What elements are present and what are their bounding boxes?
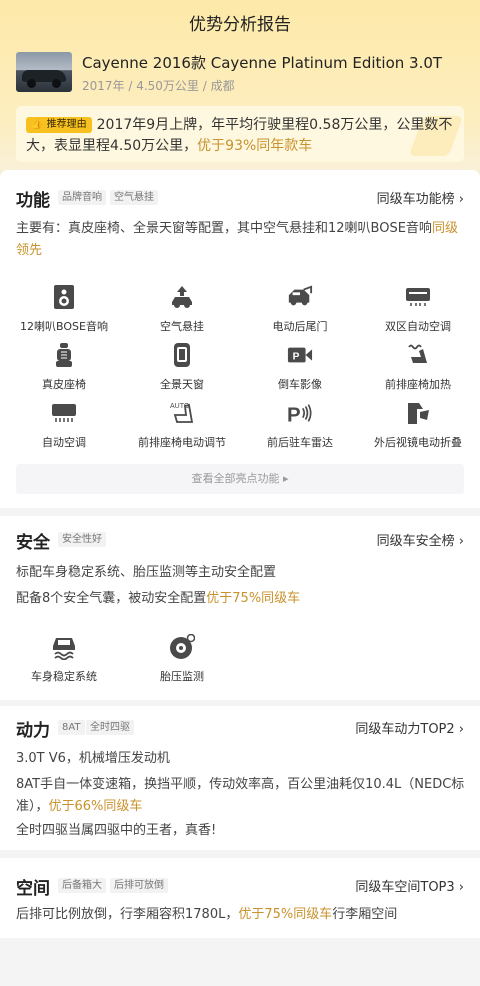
feature-item[interactable]: AUTO 前排座椅电动调节 [122,400,242,458]
space-card: 空间 后备箱大 后排可放倒 同级车空间TOP3 › 后排可比例放倒，行李厢容积1… [0,858,480,938]
feature-item[interactable]: P 前后驻车雷达 [240,400,360,458]
feature-item[interactable]: 自动空调 [4,400,124,458]
safety-line-1: 标配车身稳定系统、胎压监测等主动安全配置 [16,565,277,580]
car-meta: 2017年 / 4.50万公里 / 成都 [82,79,235,93]
stability-control-icon [51,634,77,660]
space-title: 空间 [16,879,50,899]
leather-seat-icon [51,342,77,368]
mirror-fold-icon [405,400,431,426]
power-seat-icon: AUTO [169,400,195,426]
safety-rank-link[interactable]: 同级车安全榜 › [377,530,464,549]
safety-line-2: 配备8个安全气囊，被动安全配置优于75%同级车 [16,591,301,606]
power-line-2: 8AT手自一体变速箱，换挡平顺，传动效率高，百公里油耗仅10.4L（NEDC标准… [16,777,465,814]
svg-text:AUTO: AUTO [170,403,190,410]
air-suspension-icon [169,284,195,310]
recommend-highlight: 优于93%同年款车 [197,138,313,154]
seat-heating-icon [405,342,431,368]
feature-item[interactable]: 车身稳定系统 [4,634,124,692]
space-rank-link[interactable]: 同级车空间TOP3 › [355,876,464,895]
function-description: 主要有：真皮座椅、全景天窗等配置，其中空气悬挂和12喇叭BOSE音响同级领先 [16,221,458,258]
view-all-features-button[interactable]: 查看全部亮点功能 ▸ [16,464,464,494]
tire-pressure-icon [169,634,195,660]
speaker-icon [51,284,77,310]
recommend-reason-box: 👍 推荐理由 2017年9月上牌，年平均行驶里程0.58万公里，公里数不大，表显里… [16,106,464,162]
power-line-1: 3.0T V6，机械增压发动机 [16,751,170,766]
sunroof-icon [169,342,195,368]
feature-item[interactable]: 电动后尾门 [240,284,360,342]
power-chip: 全时四驱 [86,720,134,735]
car-summary: Cayenne 2016款 Cayenne Platinum Edition 3… [16,52,466,94]
car-name: Cayenne 2016款 Cayenne Platinum Edition 3… [82,54,443,72]
safety-title: 安全 [16,533,50,553]
feature-item[interactable]: 全景天窗 [122,342,242,400]
power-tailgate-icon [287,284,313,310]
function-chip: 品牌音响 [58,190,106,205]
feature-item[interactable]: 真皮座椅 [4,342,124,400]
function-rank-link[interactable]: 同级车功能榜 › [377,188,464,207]
car-thumbnail [16,52,72,92]
space-chip: 后排可放倒 [110,878,168,893]
power-chip: 8AT [58,720,85,735]
power-title: 动力 [16,721,50,741]
feature-item[interactable]: 胎压监测 [122,634,242,692]
space-chip: 后备箱大 [58,878,106,893]
feature-item[interactable]: 外后视镜电动折叠 [358,400,478,458]
auto-ac-icon [51,400,77,426]
feature-item[interactable]: 12喇叭BOSE音响 [4,284,124,342]
space-line-1: 后排可比例放倒，行李厢容积1780L，优于75%同级车行李厢空间 [16,907,398,922]
feature-item[interactable]: 双区自动空调 [358,284,478,342]
function-title: 功能 [16,191,50,211]
svg-text:P: P [287,404,301,425]
power-line-3: 全时四驱当属四驱中的王者，真香! [16,823,217,838]
feature-item[interactable]: 前排座椅加热 [358,342,478,400]
svg-text:P: P [293,352,300,363]
dual-zone-ac-icon [405,284,431,310]
function-card: 功能 品牌音响 空气悬挂 同级车功能榜 › 主要有：真皮座椅、全景天窗等配置，其… [0,170,480,508]
recommend-tag: 👍 推荐理由 [26,117,92,133]
rear-camera-icon: P [287,342,313,368]
feature-item[interactable]: 空气悬挂 [122,284,242,342]
safety-chip: 安全性好 [58,532,106,547]
function-chip: 空气悬挂 [110,190,158,205]
page-title: 优势分析报告 [189,15,291,35]
feature-item[interactable]: P 倒车影像 [240,342,360,400]
power-rank-link[interactable]: 同级车动力TOP2 › [355,718,464,737]
safety-card: 安全 安全性好 同级车安全榜 › 标配车身稳定系统、胎压监测等主动安全配置 配备… [0,516,480,700]
parking-radar-icon: P [287,400,313,426]
power-card: 动力 8AT 全时四驱 同级车动力TOP2 › 3.0T V6，机械增压发动机 … [0,706,480,850]
